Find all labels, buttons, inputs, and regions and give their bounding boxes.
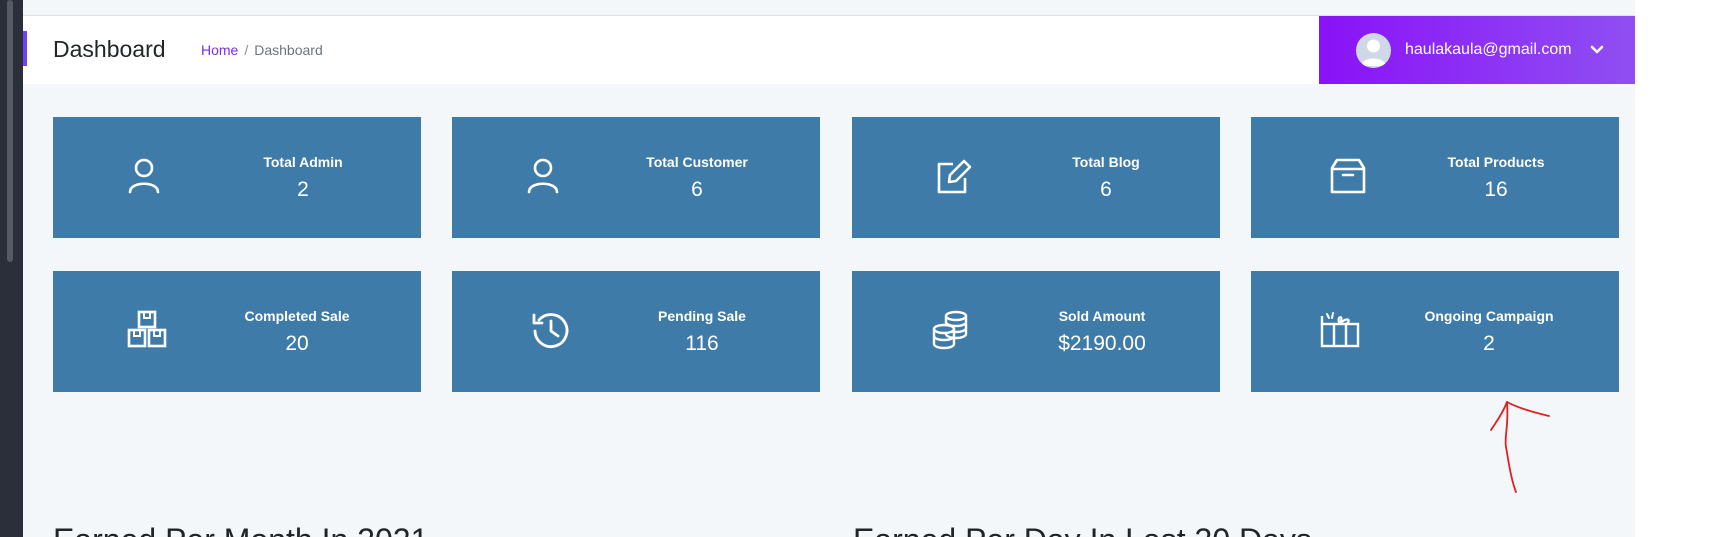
breadcrumb-separator: /: [244, 42, 249, 58]
stat-value: 2: [1483, 332, 1495, 355]
stat-label: Pending Sale: [658, 308, 746, 324]
stat-card-total-products[interactable]: Total Products 16: [1251, 117, 1619, 238]
user-icon: [527, 158, 559, 194]
history-icon: [532, 313, 569, 348]
user-icon: [128, 158, 160, 194]
stat-label: Total Customer: [646, 154, 748, 170]
section-title-daily-earnings: Earned Per Day In Last 30 Days: [853, 522, 1312, 537]
archive-icon: [1330, 158, 1366, 194]
app-window: Dashboard Home / Dashboard haulakaula@gmai…: [0, 0, 1728, 537]
red-arrow-annotation: [1490, 401, 1550, 493]
stat-label: Total Products: [1447, 154, 1545, 170]
main-content: Dashboard Home / Dashboard haulakaula@gmai…: [23, 0, 1635, 537]
breadcrumb-home-link[interactable]: Home: [201, 42, 238, 58]
stat-value: 6: [691, 178, 703, 201]
stat-value: $2190.00: [1058, 332, 1146, 355]
stat-label: Ongoing Campaign: [1424, 308, 1554, 324]
blank-area: [1635, 0, 1728, 537]
page-header: Dashboard Home / Dashboard haulakaula@gmai…: [23, 16, 1635, 84]
breadcrumb-current: Dashboard: [254, 42, 323, 58]
coins-icon: [932, 310, 968, 350]
stat-value: 16: [1484, 178, 1508, 201]
stat-card-pending-sale[interactable]: Pending Sale 116: [452, 271, 820, 392]
page-title: Dashboard: [53, 36, 166, 62]
avatar: [1356, 32, 1391, 68]
stat-card-total-admin[interactable]: Total Admin 2: [53, 117, 421, 238]
stat-card-ongoing-campaign[interactable]: Ongoing Campaign 2: [1251, 271, 1619, 392]
stat-value: 2: [297, 178, 309, 201]
stat-card-sold-amount[interactable]: Sold Amount $2190.00: [852, 271, 1220, 392]
gift-icon: [1320, 312, 1360, 348]
stat-label: Sold Amount: [1058, 308, 1146, 324]
stat-card-completed-sale[interactable]: Completed Sale 20: [53, 271, 421, 392]
stat-value: 116: [685, 332, 719, 355]
stat-value: 6: [1100, 178, 1112, 201]
stat-label: Total Blog: [1072, 154, 1140, 170]
section-title-monthly-earnings: Earned Per Month In 2021: [53, 522, 428, 537]
stat-card-total-customer[interactable]: Total Customer 6: [452, 117, 820, 238]
stat-label: Total Admin: [263, 154, 343, 170]
stat-value: 20: [285, 332, 309, 355]
sidebar-rail: [0, 0, 23, 537]
sidebar-scrollbar[interactable]: [7, 0, 13, 262]
stat-label: Completed Sale: [244, 308, 350, 324]
boxes-icon: [127, 310, 167, 348]
breadcrumb: Home / Dashboard: [201, 42, 323, 59]
user-email: haulakaula@gmail.com: [1405, 41, 1572, 58]
stat-card-total-blog[interactable]: Total Blog 6: [852, 117, 1220, 238]
user-menu-button[interactable]: haulakaula@gmail.com: [1319, 16, 1635, 84]
chevron-down-icon: [1590, 45, 1604, 55]
header-accent-bar: [23, 31, 27, 66]
edit-icon: [937, 159, 972, 194]
